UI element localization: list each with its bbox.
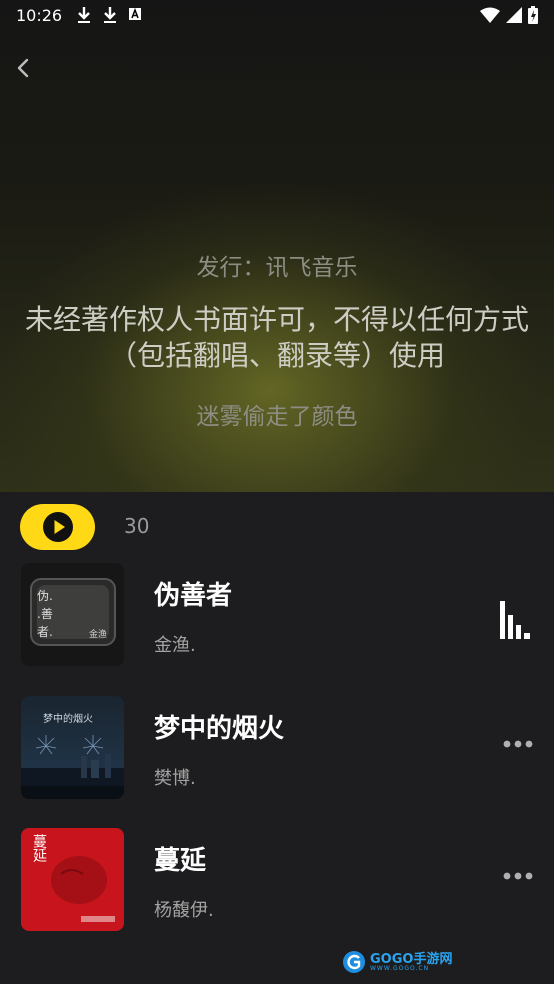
watermark-brand: GOGO手游网 (370, 951, 453, 967)
album-cover-signature: 金渔 (89, 630, 108, 640)
song-artist: 樊博. (154, 768, 196, 789)
song-title: 梦中的烟火 (154, 714, 285, 744)
play-icon (42, 512, 73, 542)
more-options-icon[interactable] (502, 870, 534, 882)
album-cover-text: 梦中的烟火 (43, 714, 93, 725)
now-playing-equalizer-icon[interactable] (498, 599, 532, 639)
song-artist: 金渔. (154, 635, 196, 656)
album-cover: 伪. .善 者. 金渔 (21, 563, 124, 666)
album-cover: 蔓延 (21, 828, 124, 931)
system-icons (480, 6, 538, 24)
more-options-icon[interactable] (502, 738, 534, 750)
playlist-panel: 30 伪. .善 者. 金渔 伪善者 金渔. 梦中的烟火 梦中的烟火 樊博. 蔓… (0, 492, 554, 984)
song-row[interactable]: 蔓延 蔓延 杨馥伊. (0, 828, 554, 932)
watermark-url: WWW.GOGO.CN (370, 964, 430, 972)
album-cover-text: 蔓延 (31, 834, 47, 862)
lyrics-publisher: 发行：讯飞音乐 (196, 255, 358, 281)
play-all-button[interactable] (20, 504, 95, 550)
battery-icon (528, 6, 538, 24)
lyrics-background: 10:26 发行：讯飞音乐 未经著作权人书面许可，不得以任何方式（包括翻唱、翻录… (0, 0, 554, 492)
album-cover-text: 伪. .善 者. (37, 589, 53, 639)
song-title: 蔓延 (154, 846, 207, 876)
download-icon (104, 7, 116, 23)
song-row[interactable]: 伪. .善 者. 金渔 伪善者 金渔. (0, 563, 554, 667)
song-artist: 杨馥伊. (154, 900, 214, 921)
signal-icon (506, 7, 522, 23)
wifi-icon (480, 7, 500, 23)
download-icon (78, 7, 90, 23)
watermark-logo-icon (343, 951, 365, 973)
watermark: GOGO手游网 WWW.GOGO.CN (342, 948, 452, 976)
lyrics-line: 迷雾偷走了颜色 (196, 404, 358, 430)
status-time: 10:26 (16, 6, 63, 25)
back-arrow-icon[interactable] (10, 52, 38, 84)
lyrics-copyright-notice: 未经著作权人书面许可，不得以任何方式（包括翻唱、翻录等）使用 (24, 303, 529, 372)
app-notification-icon (129, 7, 141, 20)
song-row[interactable]: 梦中的烟火 梦中的烟火 樊博. (0, 696, 554, 800)
song-title: 伪善者 (154, 581, 233, 611)
status-bar: 10:26 (0, 0, 554, 32)
song-count: 30 (124, 514, 150, 538)
album-cover: 梦中的烟火 (21, 696, 124, 799)
notification-icons (76, 6, 142, 24)
